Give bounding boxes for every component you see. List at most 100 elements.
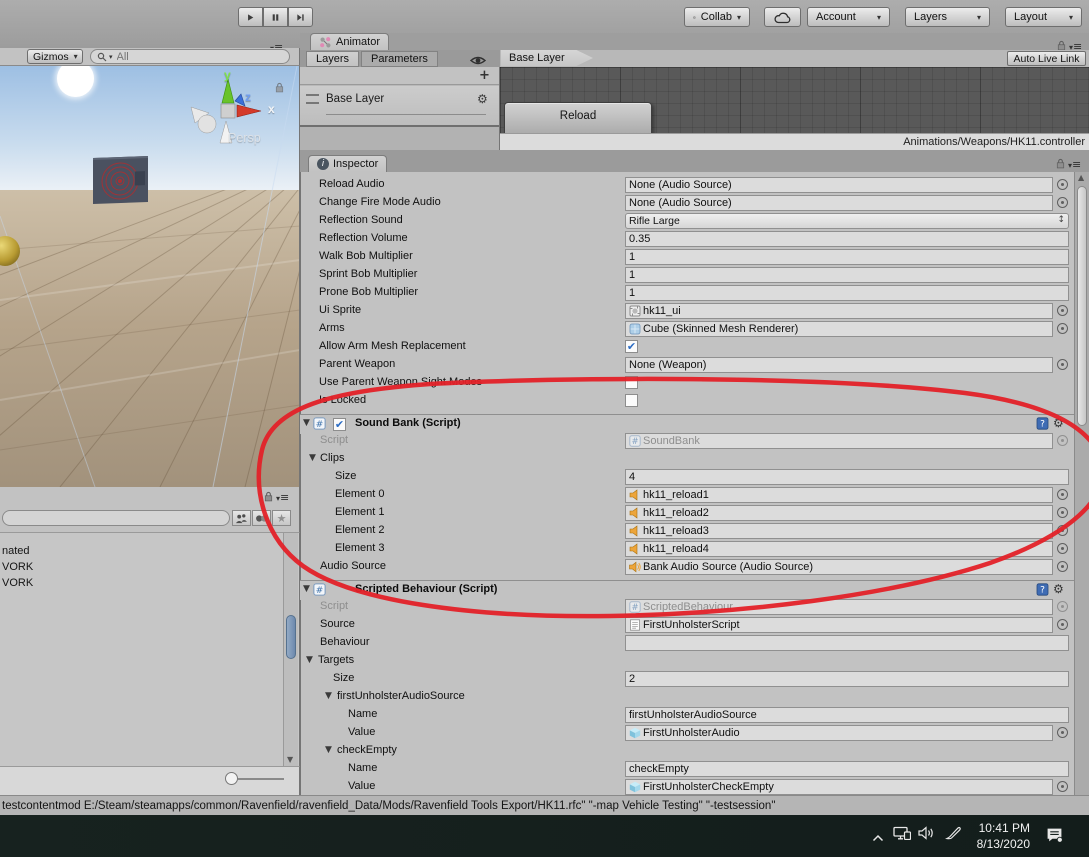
- change-fire-mode-audio-object-field[interactable]: None (Audio Source): [625, 195, 1053, 211]
- object-picker-icon[interactable]: [1057, 561, 1068, 572]
- row-clips-foldout[interactable]: ▼ Clips: [300, 450, 1089, 468]
- scrollbar-thumb[interactable]: [286, 615, 296, 659]
- foldout-icon[interactable]: ▼: [306, 655, 313, 665]
- target0-value-object-field[interactable]: FirstUnholsterAudio: [625, 725, 1053, 741]
- auto-live-link-button[interactable]: Auto Live Link: [1007, 51, 1086, 66]
- axis-cone-x[interactable]: [237, 105, 261, 117]
- scrollbar-thumb[interactable]: [1077, 186, 1087, 426]
- collab-dropdown[interactable]: Collab ▾: [684, 7, 750, 27]
- use-parent-sight-checkbox[interactable]: [625, 376, 638, 389]
- scroll-down-arrow[interactable]: ▼: [287, 755, 293, 764]
- target1-name-input[interactable]: checkEmpty: [625, 761, 1069, 777]
- row-target0-foldout[interactable]: ▼ firstUnholsterAudioSource: [300, 688, 1089, 706]
- clips-size-input[interactable]: 4: [625, 469, 1069, 485]
- gizmos-dropdown[interactable]: Gizmos ▾: [27, 49, 83, 64]
- tab-inspector[interactable]: i Inspector: [308, 155, 387, 172]
- reload-audio-object-field[interactable]: None (Audio Source): [625, 177, 1053, 193]
- object-picker-icon[interactable]: [1057, 525, 1068, 536]
- scene-view[interactable]: y z x Persp: [0, 66, 300, 487]
- favorites-button[interactable]: ★: [272, 510, 291, 526]
- sound-bank-header[interactable]: ▼ ✔ Sound Bank (Script) ⚙: [300, 414, 1089, 434]
- breadcrumb-base-layer[interactable]: Base Layer: [501, 50, 593, 66]
- tab-parameters[interactable]: Parameters: [361, 51, 438, 67]
- list-item[interactable]: VORK: [2, 577, 33, 589]
- tray-network-icon[interactable]: [893, 826, 911, 845]
- type-filter-button[interactable]: [252, 510, 271, 526]
- tab-animator[interactable]: Animator: [310, 33, 389, 50]
- target-cube[interactable]: [93, 156, 148, 204]
- editor-status-bar[interactable]: testcontentmod E:/Steam/steamapps/common…: [0, 795, 1089, 815]
- object-picker-icon[interactable]: [1057, 619, 1068, 630]
- component-gear-icon[interactable]: ⚙: [1053, 582, 1064, 596]
- object-picker-icon[interactable]: [1057, 543, 1068, 554]
- object-picker-icon[interactable]: [1057, 179, 1068, 190]
- object-picker-icon[interactable]: [1057, 507, 1068, 518]
- axis-cone-y[interactable]: [222, 79, 234, 103]
- element-1-object-field[interactable]: hk11_reload2: [625, 505, 1053, 521]
- inspector-scrollbar[interactable]: ▲: [1074, 172, 1089, 795]
- layers-dropdown[interactable]: Layers ▾: [905, 7, 990, 27]
- allow-arm-mesh-checkbox[interactable]: ✔: [625, 340, 638, 353]
- axis-cone-z[interactable]: [235, 94, 245, 106]
- ui-sprite-object-field[interactable]: hk11_ui: [625, 303, 1053, 319]
- list-item[interactable]: nated: [2, 545, 30, 557]
- target0-name-input[interactable]: firstUnholsterAudioSource: [625, 707, 1069, 723]
- target1-value-object-field[interactable]: FirstUnholsterCheckEmpty: [625, 779, 1053, 795]
- persp-label[interactable]: Persp: [228, 131, 261, 145]
- scroll-up-arrow[interactable]: ▲: [1078, 173, 1084, 182]
- people-filter-button[interactable]: [232, 510, 251, 526]
- axis-center-cube[interactable]: [221, 104, 235, 118]
- search-filter-arrow-icon[interactable]: ▾: [109, 53, 113, 61]
- scripted-behaviour-header[interactable]: ▼ Scripted Behaviour (Script) ⚙: [300, 580, 1089, 600]
- component-enabled-checkbox[interactable]: ✔: [333, 418, 346, 431]
- object-picker-icon[interactable]: [1057, 727, 1068, 738]
- foldout-icon[interactable]: ▼: [303, 418, 310, 428]
- foldout-icon[interactable]: ▼: [309, 453, 316, 463]
- object-picker-icon[interactable]: [1057, 197, 1068, 208]
- element-3-object-field[interactable]: hk11_reload4: [625, 541, 1053, 557]
- add-layer-button[interactable]: +: [479, 68, 490, 83]
- tray-volume-icon[interactable]: [918, 826, 936, 845]
- component-gear-icon[interactable]: ⚙: [1053, 416, 1064, 430]
- foldout-icon[interactable]: ▼: [325, 745, 332, 755]
- step-button[interactable]: [288, 7, 313, 27]
- object-picker-icon[interactable]: [1057, 489, 1068, 500]
- source-object-field[interactable]: FirstUnholsterScript: [625, 617, 1053, 633]
- play-button[interactable]: [238, 7, 263, 27]
- zoom-slider-knob[interactable]: [225, 772, 238, 785]
- state-node-reload[interactable]: Reload: [504, 102, 652, 133]
- list-scrollbar[interactable]: ▼: [283, 533, 298, 766]
- scene-search-field[interactable]: ▾: [90, 49, 290, 64]
- audio-source-object-field[interactable]: Bank Audio Source (Audio Source): [625, 559, 1053, 575]
- tray-pen-icon[interactable]: [945, 826, 961, 845]
- row-target1-foldout[interactable]: ▼ checkEmpty: [300, 742, 1089, 760]
- layer-weight-slider[interactable]: [326, 114, 486, 115]
- cloud-button[interactable]: [764, 7, 801, 27]
- object-picker-icon[interactable]: [1057, 781, 1068, 792]
- account-dropdown[interactable]: Account ▾: [807, 7, 890, 27]
- sprint-bob-multiplier-input[interactable]: 1: [625, 267, 1069, 283]
- foldout-icon[interactable]: ▼: [303, 584, 310, 594]
- layer-drag-handle[interactable]: [306, 94, 319, 104]
- scene-lock-icon[interactable]: [274, 80, 285, 98]
- object-picker-icon[interactable]: [1057, 359, 1068, 370]
- pause-button[interactable]: [263, 7, 288, 27]
- help-book-icon[interactable]: [1036, 417, 1049, 430]
- taskbar-clock[interactable]: 10:41 PM 8/13/2020: [960, 820, 1030, 852]
- axis-sphere-white[interactable]: [198, 115, 216, 133]
- is-locked-checkbox[interactable]: [625, 394, 638, 407]
- object-picker-icon[interactable]: [1057, 323, 1068, 334]
- prone-bob-multiplier-input[interactable]: 1: [625, 285, 1069, 301]
- walk-bob-multiplier-input[interactable]: 1: [625, 249, 1069, 265]
- layer-settings-gear-icon[interactable]: ⚙: [477, 92, 488, 106]
- layout-dropdown[interactable]: Layout ▾: [1005, 7, 1082, 27]
- reflection-sound-enum-dropdown[interactable]: Rifle Large↕: [625, 213, 1069, 229]
- layer-item-base-layer[interactable]: Base Layer ⚙: [300, 86, 499, 127]
- object-picker-icon[interactable]: [1057, 305, 1068, 316]
- behaviour-input[interactable]: [625, 635, 1069, 651]
- foldout-icon[interactable]: ▼: [325, 691, 332, 701]
- list-item[interactable]: VORK: [2, 561, 33, 573]
- animator-graph-area[interactable]: Reload: [500, 67, 1089, 133]
- arms-object-field[interactable]: Cube (Skinned Mesh Renderer): [625, 321, 1053, 337]
- element-2-object-field[interactable]: hk11_reload3: [625, 523, 1053, 539]
